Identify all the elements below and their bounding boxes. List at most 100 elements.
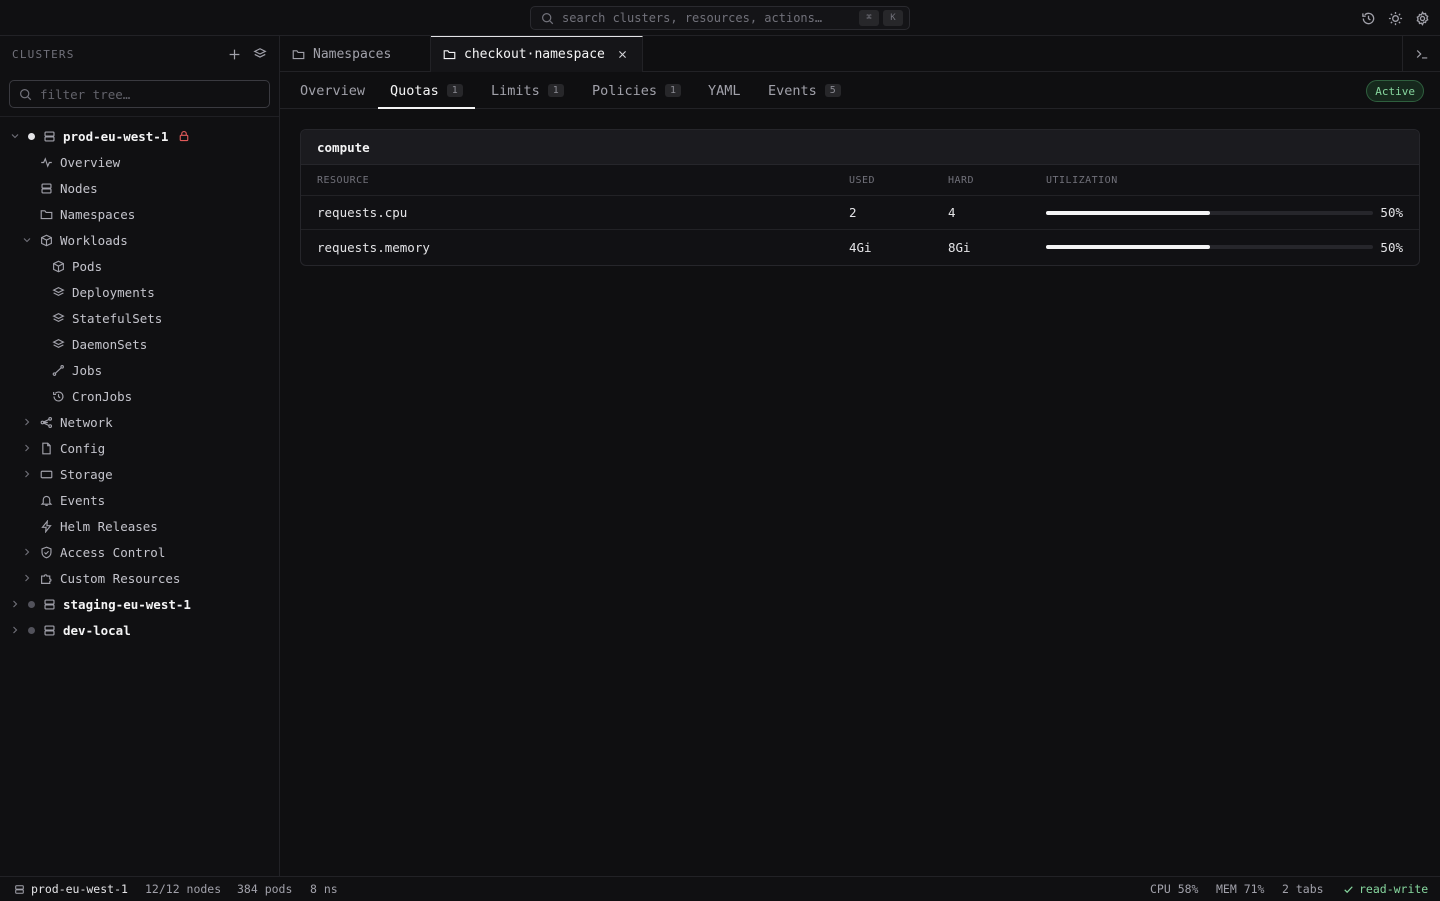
cube-icon (40, 234, 53, 247)
drive-icon (40, 468, 53, 481)
chevron-right-icon[interactable] (9, 598, 21, 610)
cube-icon (52, 260, 65, 273)
quota-name: compute (301, 130, 1419, 165)
sidebar-item-custom-resources[interactable]: Custom Resources (0, 565, 279, 591)
cluster-status-dot (28, 132, 35, 140)
add-cluster-plus-icon[interactable] (228, 48, 241, 61)
sidebar-item-daemonsets[interactable]: DaemonSets (0, 331, 279, 357)
terminal-toggle-button[interactable] (1402, 36, 1440, 72)
cluster-dev-local[interactable]: dev-local (0, 617, 279, 643)
statusbar-cluster[interactable]: prod-eu-west-1 (14, 877, 128, 901)
settings-gear-icon[interactable] (1415, 10, 1430, 26)
chevron-down-icon[interactable] (21, 234, 33, 246)
search-input[interactable] (562, 11, 855, 25)
tab-checkout-namespace[interactable]: checkout·namespace (431, 36, 643, 72)
column-header-hard: HARD (948, 174, 975, 186)
utilization-bar-fill (1046, 211, 1210, 215)
cluster-name: prod-eu-west-1 (63, 128, 169, 144)
resource-name: requests.memory (317, 239, 430, 255)
close-tab-icon[interactable] (617, 49, 628, 60)
theme-toggle-sun-icon[interactable] (1388, 11, 1403, 26)
chevron-right-icon[interactable] (21, 572, 33, 584)
chevron-right-icon[interactable] (21, 442, 33, 454)
tab-strip: Namespaces checkout·namespace (280, 36, 1440, 72)
sidebar-item-nodes[interactable]: Nodes (0, 175, 279, 201)
table-row[interactable]: requests.cpu 2 4 50% (301, 196, 1419, 230)
count-badge: 1 (547, 84, 564, 97)
sidebar-item-deployments[interactable]: Deployments (0, 279, 279, 305)
sidebar-item-helm-releases[interactable]: Helm Releases (0, 513, 279, 539)
chevron-right-icon[interactable] (21, 546, 33, 558)
chevron-right-icon[interactable] (21, 416, 33, 428)
table-row[interactable]: requests.memory 4Gi 8Gi 50% (301, 230, 1419, 264)
chevron-right-icon[interactable] (21, 468, 33, 480)
layers-icon (52, 312, 65, 325)
layers-icon (52, 338, 65, 351)
sidebar-item-network[interactable]: Network (0, 409, 279, 435)
statusbar-cpu: CPU 58% (1150, 882, 1199, 896)
tree-filter-input[interactable] (40, 86, 260, 102)
subtab-quotas[interactable]: Quotas 1 (390, 72, 463, 109)
sidebar-item-statefulsets[interactable]: StatefulSets (0, 305, 279, 331)
statusbar-pods: 384 pods (237, 882, 293, 896)
sidebar-item-events[interactable]: Events (0, 487, 279, 513)
subtab-yaml[interactable]: YAML (708, 72, 741, 109)
subtab-limits[interactable]: Limits 1 (491, 72, 564, 109)
sidebar-item-pods[interactable]: Pods (0, 253, 279, 279)
sidebar-item-cronjobs[interactable]: CronJobs (0, 383, 279, 409)
count-badge: 1 (665, 84, 682, 97)
sidebar-item-config[interactable]: Config (0, 435, 279, 461)
subtab-policies[interactable]: Policies 1 (592, 72, 682, 109)
sidebar-item-storage[interactable]: Storage (0, 461, 279, 487)
check-icon (1343, 884, 1354, 895)
tab-namespaces[interactable]: Namespaces (280, 36, 431, 72)
statusbar-nodes: 12/12 nodes (145, 882, 222, 896)
sidebar: CLUSTERS prod-eu-west-1 Overview Nodes (0, 36, 280, 876)
count-badge: 1 (446, 84, 463, 97)
cluster-staging-eu-west-1[interactable]: staging-eu-west-1 (0, 591, 279, 617)
statusbar-tabs: 2 tabs (1282, 882, 1324, 896)
cluster-prod-eu-west-1[interactable]: prod-eu-west-1 (0, 123, 279, 149)
sidebar-item-overview[interactable]: Overview (0, 149, 279, 175)
tree-filter[interactable] (9, 80, 270, 108)
table-header-row: RESOURCE USED HARD UTILIZATION (301, 165, 1419, 196)
utilization-bar-fill (1046, 245, 1210, 249)
layers-icon[interactable] (253, 47, 267, 61)
activity-icon (40, 156, 53, 169)
folder-icon (292, 48, 305, 61)
sidebar-item-namespaces[interactable]: Namespaces (0, 201, 279, 227)
chevron-right-icon[interactable] (9, 624, 21, 636)
sidebar-item-jobs[interactable]: Jobs (0, 357, 279, 383)
puzzle-icon (40, 572, 53, 585)
used-value: 4Gi (849, 239, 872, 255)
cluster-status-dot (28, 600, 35, 608)
hard-value: 8Gi (948, 239, 971, 255)
command-search[interactable]: ⌘ K (530, 6, 910, 30)
server-icon (43, 130, 56, 143)
utilization-percent: 50% (1380, 239, 1403, 255)
column-header-resource: RESOURCE (317, 174, 370, 186)
resource-name: requests.cpu (317, 205, 408, 220)
sidebar-item-workloads[interactable]: Workloads (0, 227, 279, 253)
used-value: 2 (849, 205, 857, 220)
cluster-tree: prod-eu-west-1 Overview Nodes Namespaces… (0, 117, 279, 643)
main-panel: Namespaces checkout·namespace Overview Q… (280, 36, 1440, 876)
chevron-down-icon[interactable] (9, 130, 21, 142)
lightning-icon (40, 519, 53, 533)
detail-subtabs: Overview Quotas 1 Limits 1 Policies 1 YAML … (280, 72, 1440, 109)
column-header-utilization: UTILIZATION (1046, 174, 1118, 186)
subtab-overview[interactable]: Overview (300, 72, 365, 109)
statusbar-mem: MEM 71% (1216, 882, 1265, 896)
subtab-events[interactable]: Events 5 (768, 72, 841, 109)
layers-icon (52, 286, 65, 299)
server-icon (43, 598, 56, 611)
search-icon (541, 12, 554, 25)
bell-icon (40, 494, 53, 507)
history-icon (52, 390, 65, 403)
lock-icon (178, 130, 190, 142)
statusbar-access-mode[interactable]: read-write (1343, 877, 1428, 901)
history-icon[interactable] (1361, 11, 1376, 26)
shield-check-icon (40, 546, 53, 559)
terminal-icon (1415, 47, 1429, 61)
sidebar-item-access-control[interactable]: Access Control (0, 539, 279, 565)
